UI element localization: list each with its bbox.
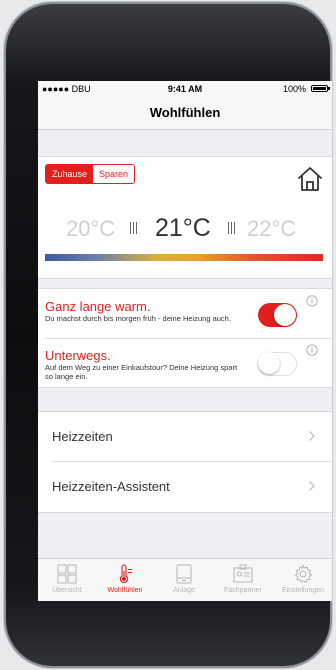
heating-menu-card: Heizzeiten Heizzeiten-Assistent	[38, 411, 332, 513]
chevron-right-icon	[309, 481, 315, 491]
menu-item-heizzeiten-assistent[interactable]: Heizzeiten-Assistent	[38, 462, 332, 511]
thermometer-icon	[119, 564, 132, 584]
info-icon[interactable]	[306, 344, 318, 356]
tab-uebersicht[interactable]: Übersicht	[38, 559, 96, 601]
tab-anlage[interactable]: Anlage	[155, 559, 213, 601]
setting-toggle[interactable]	[258, 303, 297, 327]
gear-icon	[294, 564, 313, 584]
mode-segmented-control: Zuhause Sparen	[45, 164, 136, 184]
tab-label: Anlage	[173, 587, 195, 594]
device-icon	[176, 564, 192, 584]
menu-item-label: Heizzeiten	[52, 429, 113, 444]
temperature-upper[interactable]: 22°C	[247, 216, 296, 242]
battery-percent: 100%	[282, 84, 306, 94]
mode-option-zuhause[interactable]: Zuhause	[46, 165, 94, 183]
navigation-bar: Wohlfühlen	[38, 97, 332, 130]
tab-bar: Übersicht Wohlfühlen Anlage Fachpartner …	[38, 558, 332, 601]
setting-toggle[interactable]	[258, 352, 297, 376]
tab-einstellungen[interactable]: Einstellungen	[274, 559, 332, 601]
phone-frame: ●●●●● DBU 9:41 AM 100% Wohlfühlen Zuhaus…	[6, 4, 332, 666]
comfort-settings-card: Ganz lange warm. Du machst durch bis mor…	[38, 288, 332, 388]
setting-row-unterwegs: Unterwegs. Auf dem Weg zu einer Einkaufs…	[38, 338, 332, 387]
tab-fachpartner[interactable]: Fachpartner	[214, 559, 272, 601]
setting-description: Du machst durch bis morgen früh - deine …	[45, 314, 231, 323]
tab-wohlfuehlen[interactable]: Wohlfühlen	[96, 559, 154, 601]
mode-option-sparen[interactable]: Sparen	[93, 165, 135, 183]
app-screen: ●●●●● DBU 9:41 AM 100% Wohlfühlen Zuhaus…	[38, 81, 332, 601]
grid-icon	[57, 564, 77, 584]
separator-icon	[227, 222, 236, 234]
temperature-gradient-bar	[45, 254, 323, 261]
tab-label: Wohlfühlen	[107, 587, 143, 594]
status-bar: ●●●●● DBU 9:41 AM 100%	[38, 81, 332, 97]
page-title: Wohlfühlen	[149, 105, 221, 120]
menu-item-heizzeiten[interactable]: Heizzeiten	[38, 412, 332, 461]
setting-title: Unterwegs.	[45, 348, 111, 363]
temperature-current: 21°C	[155, 214, 211, 242]
tab-label: Einstellungen	[281, 587, 325, 594]
id-card-icon	[233, 564, 253, 583]
battery-icon	[311, 85, 330, 92]
home-icon[interactable]	[296, 166, 324, 192]
temperature-selector[interactable]: 20°C 21°C 22°C	[38, 214, 332, 244]
tab-label: Übersicht	[52, 587, 82, 594]
temperature-lower[interactable]: 20°C	[66, 216, 115, 242]
info-icon[interactable]	[306, 295, 318, 307]
separator-icon	[129, 222, 138, 234]
temperature-card: Zuhause Sparen 20°C 21°C 22°C	[38, 156, 332, 279]
setting-row-ganz-lange-warm: Ganz lange warm. Du machst durch bis mor…	[38, 289, 332, 338]
chevron-right-icon	[309, 431, 315, 441]
menu-item-label: Heizzeiten-Assistent	[52, 479, 170, 494]
setting-description: Auf dem Weg zu einer Einkaufstour? Deine…	[45, 363, 238, 381]
tab-label: Fachpartner	[224, 587, 262, 594]
setting-title: Ganz lange warm.	[45, 299, 151, 314]
